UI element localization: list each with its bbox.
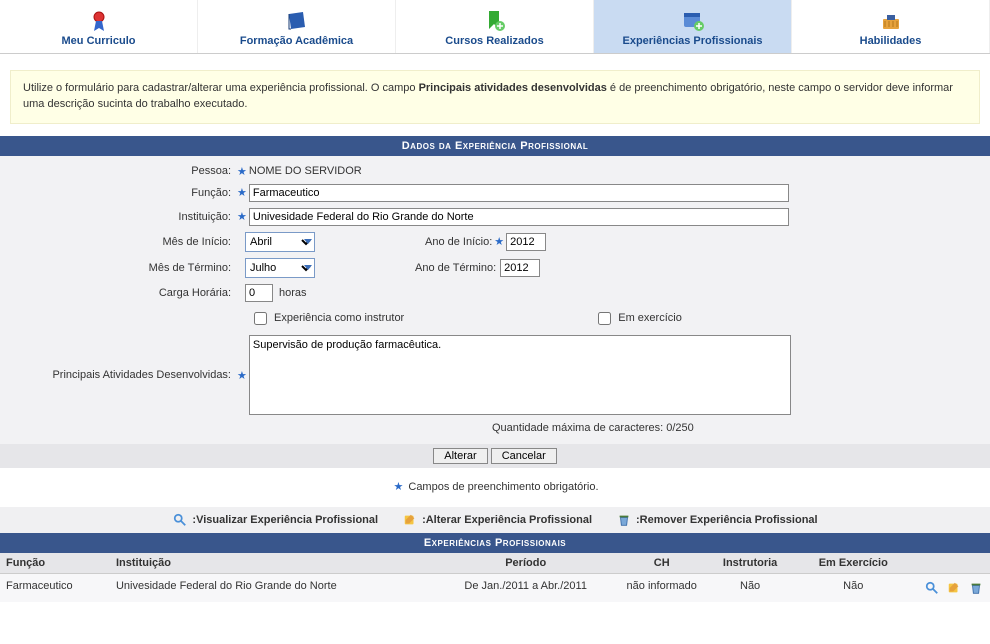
info-text-bold: Principais atividades desenvolvidas: [419, 82, 607, 94]
row-delete-icon[interactable]: [968, 580, 984, 596]
label-principais: Principais Atividades Desenvolvidas:: [10, 335, 235, 381]
row-edit-icon[interactable]: [946, 580, 962, 596]
th-actions: [910, 553, 990, 574]
th-ch: CH: [620, 553, 704, 574]
info-box: Utilize o formulário para cadastrar/alte…: [10, 70, 980, 124]
label-chk-exercicio: Em exercício: [618, 312, 682, 324]
bookmark-add-icon: [483, 9, 507, 33]
th-instituicao: Instituição: [110, 553, 432, 574]
cell-exercicio: Não: [797, 573, 910, 602]
ribbon-icon: [87, 9, 111, 33]
tab-experiencias-profissionais[interactable]: Experiências Profissionais: [594, 0, 792, 53]
row-view-icon[interactable]: [924, 580, 940, 596]
book-icon: [285, 9, 309, 33]
legend-visualizar: :Visualizar Experiência Profissional: [192, 514, 378, 526]
table-header-row: Função Instituição Período CH Instrutori…: [0, 553, 990, 574]
select-mes-termino[interactable]: Julho: [245, 258, 315, 278]
legend-alterar: :Alterar Experiência Profissional: [422, 514, 592, 526]
tab-label: Habilidades: [860, 35, 922, 47]
th-periodo: Período: [432, 553, 620, 574]
tab-meu-curriculo[interactable]: Meu Curriculo: [0, 0, 198, 53]
input-ano-termino[interactable]: [500, 259, 540, 277]
magnifier-icon: [172, 512, 188, 528]
info-text-prefix: Utilize o formulário para cadastrar/alte…: [23, 82, 419, 94]
required-star: ★: [494, 235, 504, 248]
input-carga[interactable]: [245, 284, 273, 302]
required-star: ★: [393, 481, 403, 493]
value-pessoa: NOME DO SERVIDOR: [249, 165, 362, 177]
label-ano-inicio: Ano de Início:: [425, 236, 492, 248]
required-star: ★: [237, 165, 247, 178]
checkbox-exercicio[interactable]: [598, 312, 611, 325]
th-instrutoria: Instrutoria: [704, 553, 797, 574]
trash-icon: [616, 512, 632, 528]
form-experiencia: Pessoa: ★ NOME DO SERVIDOR Função: ★ Ins…: [0, 156, 990, 444]
select-mes-inicio[interactable]: Abril: [245, 232, 315, 252]
legend-remover: :Remover Experiência Profissional: [636, 514, 818, 526]
input-instituicao[interactable]: [249, 208, 789, 226]
experiencias-table: Função Instituição Período CH Instrutori…: [0, 553, 990, 602]
input-ano-inicio[interactable]: [506, 233, 546, 251]
tab-habilidades[interactable]: Habilidades: [792, 0, 990, 53]
tab-cursos-realizados[interactable]: Cursos Realizados: [396, 0, 594, 53]
tab-label: Cursos Realizados: [445, 35, 543, 47]
label-funcao: Função:: [10, 187, 235, 199]
cell-instituicao: Univesidade Federal do Rio Grande do Nor…: [110, 573, 432, 602]
textarea-principais[interactable]: [249, 335, 791, 415]
tab-label: Experiências Profissionais: [622, 35, 762, 47]
button-bar: Alterar Cancelar: [0, 444, 990, 468]
alterar-button[interactable]: Alterar: [433, 448, 487, 464]
char-count: Quantidade máxima de caracteres: 0/250: [10, 418, 980, 438]
required-star: ★: [237, 210, 247, 223]
th-exercicio: Em Exercício: [797, 553, 910, 574]
tab-formacao-academica[interactable]: Formação Acadêmica: [198, 0, 396, 53]
label-mes-termino: Mês de Término:: [10, 262, 235, 274]
tools-icon: [879, 9, 903, 33]
cancelar-button[interactable]: Cancelar: [491, 448, 557, 464]
cell-funcao: Farmaceutico: [0, 573, 110, 602]
calendar-add-icon: [681, 9, 705, 33]
required-star: ★: [237, 335, 247, 382]
top-tabs: Meu Curriculo Formação Acadêmica Cursos …: [0, 0, 990, 54]
label-chk-instrutor: Experiência como instrutor: [274, 312, 404, 324]
label-horas: horas: [279, 287, 307, 299]
checkbox-instrutor[interactable]: [254, 312, 267, 325]
cell-periodo: De Jan./2011 a Abr./2011: [432, 573, 620, 602]
th-funcao: Função: [0, 553, 110, 574]
label-pessoa: Pessoa:: [10, 165, 235, 177]
section-header-list: Experiências Profissionais: [0, 533, 990, 553]
tab-label: Meu Curriculo: [62, 35, 136, 47]
table-row: Farmaceutico Univesidade Federal do Rio …: [0, 573, 990, 602]
cell-ch: não informado: [620, 573, 704, 602]
label-instituicao: Instituição:: [10, 211, 235, 223]
required-note: ★ Campos de preenchimento obrigatório.: [0, 468, 990, 507]
label-carga: Carga Horária:: [10, 287, 235, 299]
cell-instrutoria: Não: [704, 573, 797, 602]
tab-label: Formação Acadêmica: [240, 35, 353, 47]
required-note-text: Campos de preenchimento obrigatório.: [408, 481, 598, 493]
label-mes-inicio: Mês de Início:: [10, 236, 235, 248]
label-ano-termino: Ano de Término:: [415, 262, 496, 274]
legend-bar: :Visualizar Experiência Profissional :Al…: [0, 507, 990, 533]
edit-icon: [402, 512, 418, 528]
section-header-dados: Dados da Experiência Profissional: [0, 136, 990, 156]
input-funcao[interactable]: [249, 184, 789, 202]
required-star: ★: [237, 186, 247, 199]
